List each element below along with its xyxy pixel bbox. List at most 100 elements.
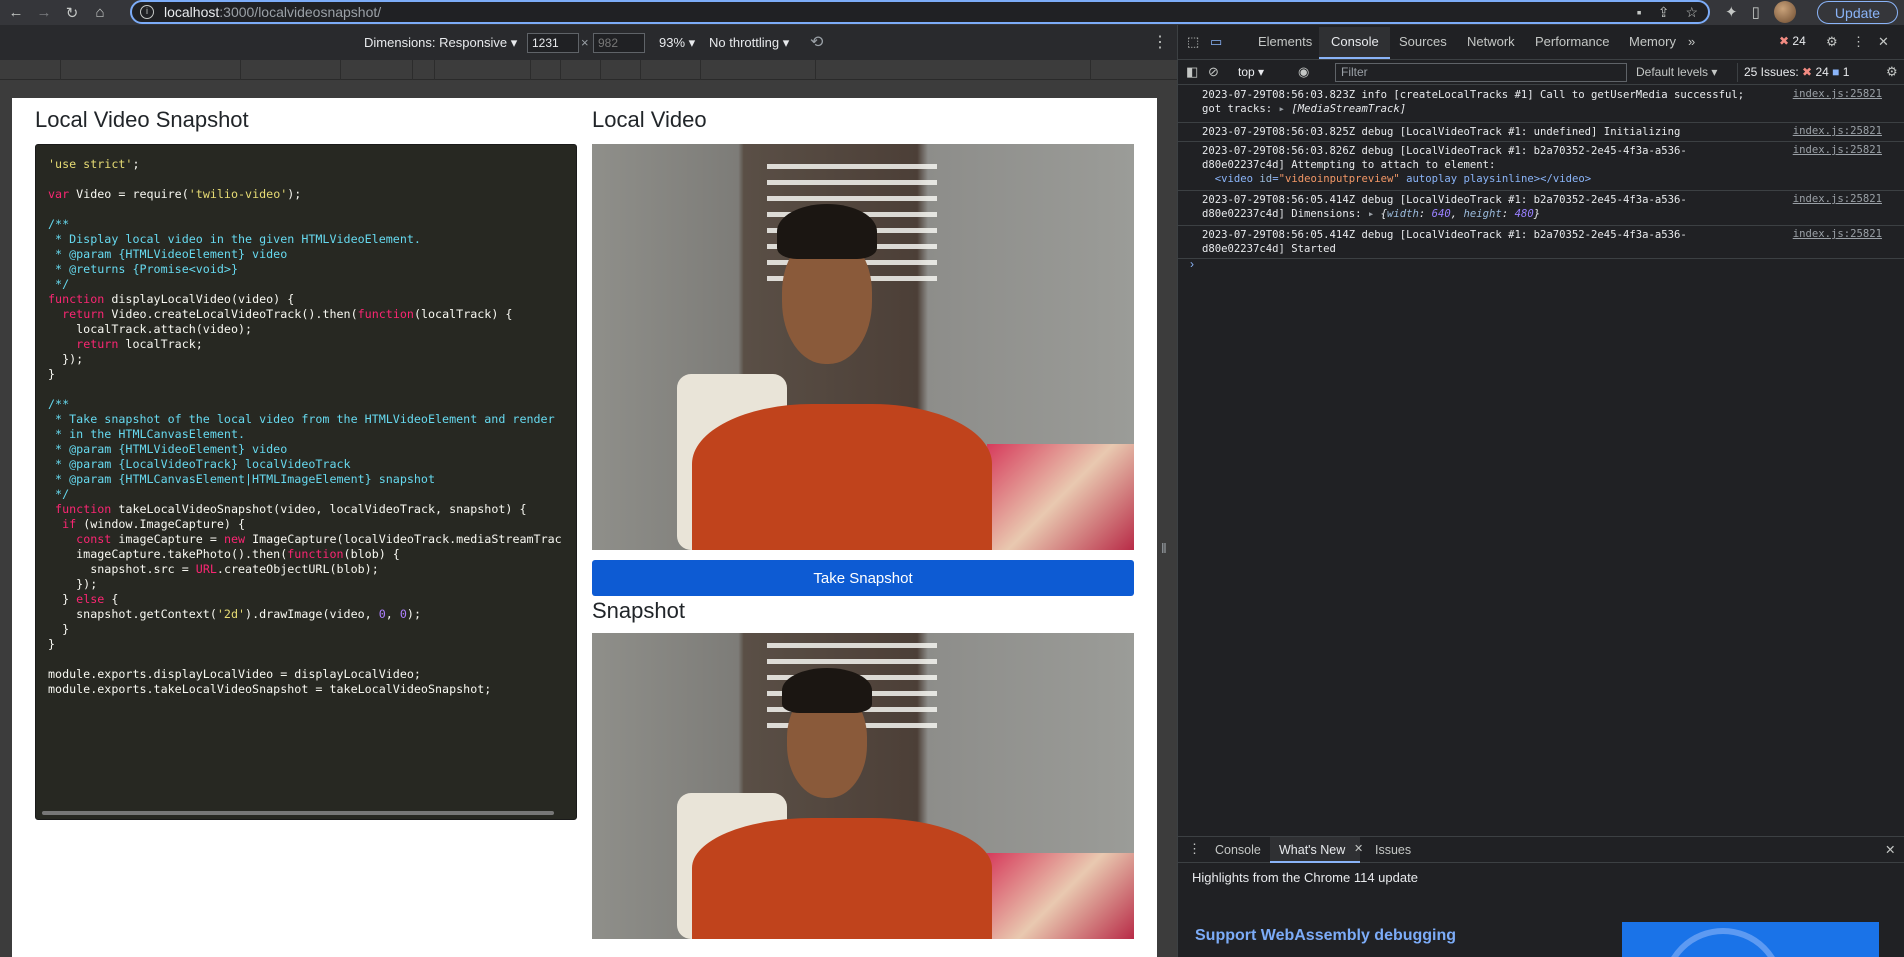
code-line: * in the HTMLCanvasElement.: [48, 427, 246, 441]
log-source-link[interactable]: index.js:25821: [1793, 227, 1882, 241]
avatar[interactable]: [1773, 1, 1796, 23]
issues-error-count: 24: [1815, 65, 1829, 79]
back-icon[interactable]: ←: [4, 4, 28, 21]
code-line: * @param {HTMLCanvasElement|HTMLImageEle…: [48, 472, 436, 486]
update-button[interactable]: Update: [1817, 1, 1898, 24]
log-text: d80e02237c4d] Dimensions:: [1202, 208, 1368, 220]
reload-icon[interactable]: ↻: [60, 4, 84, 22]
obj-key: height: [1463, 208, 1502, 220]
console-prompt-icon[interactable]: ›: [1190, 257, 1194, 271]
settings-gear-icon[interactable]: ⚙: [1826, 34, 1838, 50]
tab-performance[interactable]: Performance: [1535, 34, 1609, 49]
drawer-tab-whats-new[interactable]: What's New: [1279, 843, 1345, 857]
log-source-link[interactable]: index.js:25821: [1793, 124, 1882, 138]
tab-elements[interactable]: Elements: [1258, 34, 1312, 49]
tag-open: <video: [1214, 173, 1260, 185]
throttling-dropdown[interactable]: No throttling ▾: [709, 35, 789, 51]
close-drawer-icon[interactable]: ✕: [1885, 842, 1895, 857]
obj-key: width: [1386, 208, 1419, 220]
rotate-icon[interactable]: ⟲: [810, 32, 823, 52]
tab-console[interactable]: Console: [1331, 34, 1379, 49]
live-expression-eye-icon[interactable]: ◉: [1298, 64, 1309, 80]
drawer-menu-icon[interactable]: ⋮: [1188, 841, 1201, 857]
issues-info-count: 1: [1842, 65, 1850, 79]
url-path: :3000/localvideosnapshot/: [219, 4, 382, 20]
tab-sources[interactable]: Sources: [1399, 34, 1447, 49]
drawer-tab-issues[interactable]: Issues: [1375, 843, 1411, 857]
bookmark-star-icon[interactable]: ☆: [1685, 4, 1698, 21]
code-scrollbar[interactable]: [42, 811, 554, 815]
expand-arrow-icon[interactable]: ▸: [1368, 208, 1381, 220]
log-text: 2023-07-29T08:56:03.823Z info [createLoc…: [1202, 89, 1745, 101]
tab-network[interactable]: Network: [1467, 34, 1515, 49]
log-source-link[interactable]: index.js:25821: [1793, 192, 1882, 206]
take-snapshot-button[interactable]: Take Snapshot: [592, 560, 1134, 596]
devtools-menu-icon[interactable]: ⋮: [1852, 34, 1865, 50]
issues-button[interactable]: 25 Issues: ✖ 24 ■ 1: [1737, 63, 1872, 82]
media-query-ruler[interactable]: [0, 60, 1177, 80]
width-input[interactable]: 1231: [527, 33, 579, 53]
error-count-badge[interactable]: ✖ 24: [1779, 34, 1806, 48]
forward-icon[interactable]: →: [32, 4, 56, 21]
log-element-node[interactable]: <video id="videoinputpreview" autoplay p…: [1215, 173, 1591, 185]
height-input[interactable]: 982: [593, 33, 645, 53]
code-line: function displayLocalVideo(video) {: [48, 292, 295, 306]
log-text: 2023-07-29T08:56:05.414Z debug [LocalVid…: [1202, 229, 1687, 241]
local-video[interactable]: [592, 144, 1134, 550]
tag-value: "videoinputpreview": [1278, 173, 1400, 185]
zoom-dropdown[interactable]: 93% ▾: [659, 35, 695, 51]
dimension-times-icon: ×: [581, 35, 589, 50]
side-panel-icon[interactable]: ▯: [1752, 3, 1760, 21]
code-line: * @param {HTMLVideoElement} video: [48, 442, 288, 456]
error-icon: ✖: [1779, 34, 1790, 48]
active-tab-indicator: [1319, 57, 1390, 59]
log-object[interactable]: [MediaStreamTrack]: [1291, 103, 1406, 115]
console-filter-input[interactable]: Filter: [1335, 63, 1627, 82]
expand-arrow-icon[interactable]: ▸: [1279, 103, 1292, 115]
console-log-entry: 2023-07-29T08:56:05.414Z debug [LocalVid…: [1178, 191, 1904, 226]
page-title: Local Video Snapshot: [35, 107, 249, 132]
extensions-icon[interactable]: ✦: [1725, 3, 1738, 21]
close-tab-icon[interactable]: ✕: [1354, 842, 1363, 855]
code-line: localTrack.attach(video);: [48, 322, 253, 336]
code-line: /**: [48, 217, 70, 231]
camera-icon[interactable]: ▪: [1637, 4, 1642, 21]
code-line: var Video = require('twilio-video');: [48, 187, 302, 201]
device-toolbar: Dimensions: Responsive ▾ 1231 × 982 93% …: [0, 25, 1177, 60]
home-icon[interactable]: ⌂: [88, 4, 112, 21]
device-toggle-icon[interactable]: ▭: [1210, 34, 1222, 50]
whats-new-image: [1622, 922, 1879, 957]
context-selector[interactable]: top ▾: [1238, 65, 1264, 79]
close-devtools-icon[interactable]: ✕: [1878, 34, 1889, 50]
console-settings-icon[interactable]: ⚙: [1886, 64, 1898, 80]
log-levels-dropdown[interactable]: Default levels ▾: [1636, 65, 1717, 79]
tab-memory[interactable]: Memory: [1629, 34, 1676, 49]
code-line: snapshot.src = URL.createObjectURL(blob)…: [48, 562, 379, 576]
sidebar-toggle-icon[interactable]: ◧: [1186, 64, 1198, 80]
log-text: 2023-07-29T08:56:03.825Z debug [LocalVid…: [1202, 126, 1681, 138]
clear-console-icon[interactable]: ⊘: [1208, 64, 1219, 80]
more-options-icon[interactable]: ⋮: [1152, 32, 1168, 52]
address-bar[interactable]: i localhost:3000/localvideosnapshot/ ▪ ⇪…: [130, 0, 1710, 24]
page-viewport: Local Video Snapshot Local Video 'use st…: [12, 98, 1157, 957]
log-source-link[interactable]: index.js:25821: [1793, 143, 1882, 157]
dimensions-dropdown[interactable]: Dimensions: Responsive ▾: [364, 35, 517, 51]
whats-new-title[interactable]: Support WebAssembly debugging: [1195, 927, 1456, 945]
code-line: module.exports.displayLocalVideo = displ…: [48, 667, 421, 681]
splitter-grip-icon[interactable]: ‖: [1161, 540, 1167, 556]
code-line: 'use strict';: [48, 157, 140, 171]
code-line: const imageCapture = new ImageCapture(lo…: [76, 532, 562, 546]
share-icon[interactable]: ⇪: [1658, 4, 1670, 21]
code-line: * Take snapshot of the local video from …: [48, 412, 555, 426]
log-source-link[interactable]: index.js:25821: [1793, 87, 1882, 101]
log-text: 2023-07-29T08:56:03.826Z debug [LocalVid…: [1202, 145, 1687, 157]
inspect-element-icon[interactable]: ⬚: [1187, 34, 1199, 50]
site-info-icon[interactable]: i: [140, 5, 154, 19]
log-object[interactable]: {width: 640, height: 480}: [1381, 208, 1541, 220]
drawer-tabbar: ⋮ Console What's New ✕ Issues ✕: [1178, 836, 1904, 863]
issues-label: 25 Issues:: [1744, 65, 1799, 79]
drawer-tab-console[interactable]: Console: [1215, 843, 1261, 857]
more-tabs-icon[interactable]: »: [1688, 34, 1695, 49]
